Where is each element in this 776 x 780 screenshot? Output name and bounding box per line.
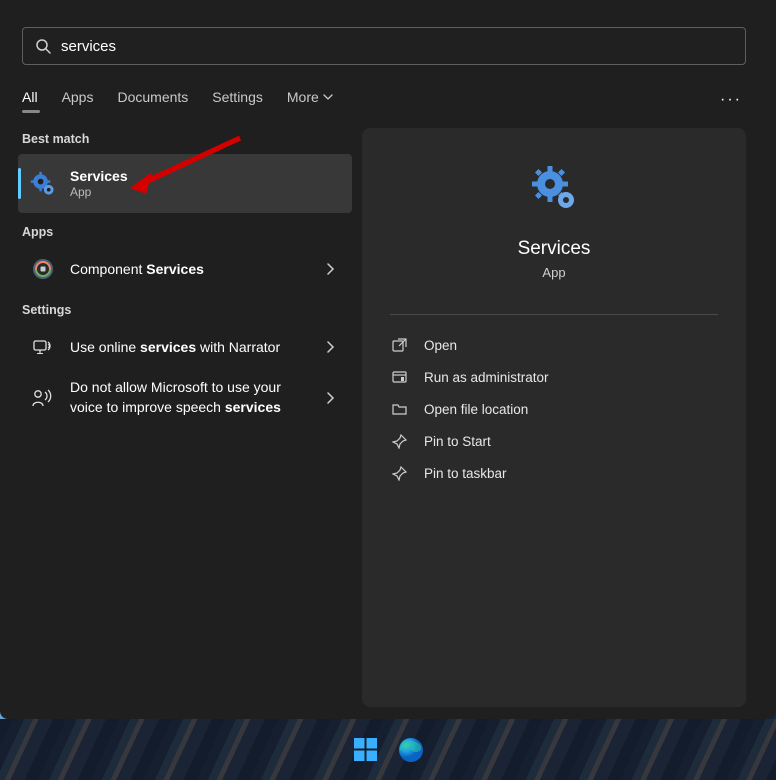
- search-icon: [35, 38, 51, 54]
- search-bar[interactable]: [22, 27, 746, 65]
- action-open-file-location[interactable]: Open file location: [382, 393, 726, 425]
- result-subtitle: App: [70, 185, 340, 199]
- tab-more-label: More: [287, 89, 319, 105]
- result-title: Component Services: [70, 261, 306, 277]
- action-label: Run as administrator: [424, 370, 549, 385]
- overflow-menu-button[interactable]: ···: [720, 91, 746, 109]
- result-title: Use online services with Narrator: [70, 339, 306, 355]
- results-column: Best match Services App Apps: [18, 128, 352, 707]
- tab-more[interactable]: More: [287, 89, 333, 111]
- tab-settings[interactable]: Settings: [212, 89, 263, 111]
- services-gear-icon: [30, 171, 56, 197]
- result-title: Services: [70, 168, 340, 184]
- result-title: Do not allow Microsoft to use your voice…: [70, 378, 306, 417]
- action-pin-to-taskbar[interactable]: Pin to taskbar: [382, 457, 726, 489]
- result-setting-speech[interactable]: Do not allow Microsoft to use your voice…: [18, 369, 352, 426]
- filter-tabs: All Apps Documents Settings More ···: [22, 84, 746, 116]
- services-gear-icon-large: [524, 158, 584, 218]
- tab-all[interactable]: All: [22, 89, 38, 111]
- start-button[interactable]: [351, 736, 379, 764]
- result-setting-narrator[interactable]: Use online services with Narrator: [18, 325, 352, 369]
- result-app-component-services[interactable]: Component Services: [18, 247, 352, 291]
- section-settings: Settings: [22, 303, 348, 317]
- search-input[interactable]: [61, 38, 733, 55]
- action-label: Open: [424, 338, 457, 353]
- open-icon: [390, 336, 408, 354]
- section-best-match: Best match: [22, 132, 348, 146]
- speech-icon: [30, 385, 56, 411]
- chevron-right-icon: [320, 341, 340, 353]
- action-pin-to-start[interactable]: Pin to Start: [382, 425, 726, 457]
- action-label: Pin to Start: [424, 434, 491, 449]
- taskbar-edge[interactable]: [397, 736, 425, 764]
- action-run-as-admin[interactable]: Run as administrator: [382, 361, 726, 393]
- action-open[interactable]: Open: [382, 329, 726, 361]
- tab-apps[interactable]: Apps: [62, 89, 94, 111]
- chevron-right-icon: [320, 392, 340, 404]
- pin-icon: [390, 432, 408, 450]
- admin-shield-icon: [390, 368, 408, 386]
- preview-title: Services: [518, 238, 591, 260]
- result-best-match-services[interactable]: Services App: [18, 154, 352, 213]
- component-services-icon: [30, 256, 56, 282]
- tab-documents[interactable]: Documents: [117, 89, 188, 111]
- section-apps: Apps: [22, 225, 348, 239]
- chevron-right-icon: [320, 263, 340, 275]
- folder-icon: [390, 400, 408, 418]
- preview-panel: Services App Open Run as administrator: [362, 128, 746, 707]
- pin-icon: [390, 464, 408, 482]
- narrator-icon: [30, 334, 56, 360]
- action-label: Open file location: [424, 402, 528, 417]
- action-label: Pin to taskbar: [424, 466, 507, 481]
- taskbar: [0, 719, 776, 780]
- preview-subtitle: App: [542, 265, 565, 280]
- chevron-down-icon: [323, 92, 333, 102]
